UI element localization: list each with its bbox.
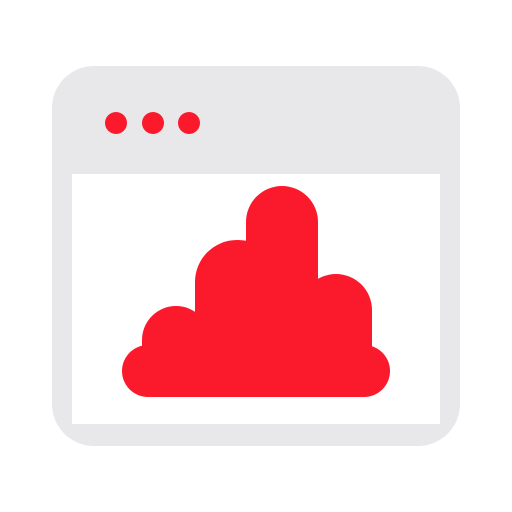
window-dot-3 <box>178 112 200 134</box>
browser-window-icon <box>52 66 460 446</box>
window-dot-1 <box>105 112 127 134</box>
icon-canvas <box>0 0 512 512</box>
window-dot-2 <box>142 112 164 134</box>
window-dots-icon <box>105 112 200 134</box>
